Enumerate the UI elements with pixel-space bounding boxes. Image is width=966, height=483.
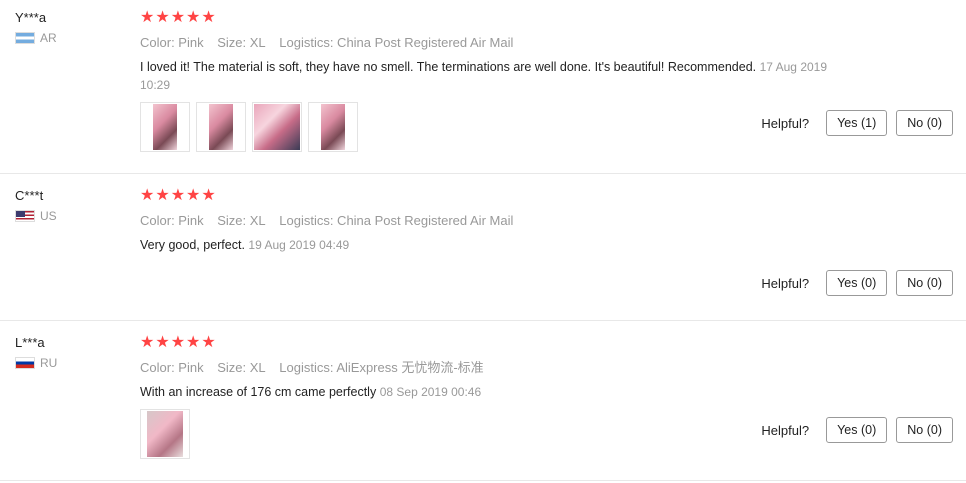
reviewer-info: L***a RU	[15, 335, 57, 370]
review-text-block: Very good, perfect. 19 Aug 2019 04:49	[140, 236, 855, 254]
star-icon: ★	[186, 9, 201, 26]
review-text: I loved it! The material is soft, they h…	[140, 60, 757, 74]
star-icon: ★	[186, 334, 201, 351]
review-item: Y***a AR ★ ★ ★ ★ ★ Color: Pink Size: XL …	[0, 10, 966, 170]
country-code: RU	[40, 356, 58, 370]
star-icon: ★	[140, 9, 155, 26]
attr-logistics: Logistics: China Post Registered Air Mai…	[279, 213, 514, 228]
attr-size: Size: XL	[217, 213, 266, 228]
review-date: 19 Aug 2019 04:49	[248, 238, 350, 252]
reviewer-name: C***t	[15, 188, 44, 203]
review-photo-thumbnail[interactable]	[140, 102, 190, 152]
attr-logistics: Logistics: China Post Registered Air Mai…	[279, 35, 514, 50]
review-photo-thumbnail[interactable]	[196, 102, 246, 152]
star-icon: ★	[170, 334, 186, 351]
attr-logistics: Logistics: AliExpress 无忧物流-标准	[279, 360, 484, 375]
review-divider	[0, 320, 966, 321]
review-photo-thumbnail[interactable]	[252, 102, 302, 152]
star-icon: ★	[201, 334, 216, 351]
country-code: AR	[40, 31, 57, 45]
helpful-controls: Helpful? Yes (0) No (0)	[761, 270, 953, 296]
review-content: ★ ★ ★ ★ ★ Color: Pink Size: XL Logistics…	[140, 188, 960, 254]
review-item: L***a RU ★ ★ ★ ★ ★ Color: Pink Size: XL …	[0, 335, 966, 475]
helpful-no-button[interactable]: No (0)	[896, 270, 953, 296]
helpful-no-button[interactable]: No (0)	[896, 110, 953, 136]
star-icon: ★	[201, 187, 216, 204]
reviewer-country: RU	[15, 356, 57, 370]
star-rating: ★ ★ ★ ★ ★	[140, 10, 960, 26]
star-rating: ★ ★ ★ ★ ★	[140, 188, 960, 204]
country-code: US	[40, 209, 57, 223]
star-icon: ★	[170, 9, 186, 26]
order-attributes: Color: Pink Size: XL Logistics: China Po…	[140, 35, 960, 51]
attr-color: Color: Pink	[140, 35, 204, 50]
helpful-label: Helpful?	[761, 422, 810, 438]
review-text: Very good, perfect.	[140, 238, 245, 252]
order-attributes: Color: Pink Size: XL Logistics: AliExpre…	[140, 360, 960, 376]
star-icon: ★	[201, 9, 216, 26]
reviewer-info: Y***a AR	[15, 10, 57, 45]
helpful-no-button[interactable]: No (0)	[896, 417, 953, 443]
attr-size: Size: XL	[217, 360, 266, 375]
attr-color: Color: Pink	[140, 213, 204, 228]
review-divider	[0, 480, 966, 481]
star-icon: ★	[186, 187, 201, 204]
reviewer-name: Y***a	[15, 10, 47, 25]
star-icon: ★	[140, 334, 155, 351]
helpful-yes-button[interactable]: Yes (0)	[826, 417, 888, 443]
reviewer-country: AR	[15, 31, 57, 45]
helpful-label: Helpful?	[761, 115, 810, 131]
review-text-block: With an increase of 176 cm came perfectl…	[140, 383, 855, 401]
attr-size: Size: XL	[217, 35, 266, 50]
star-icon: ★	[155, 334, 170, 351]
order-attributes: Color: Pink Size: XL Logistics: China Po…	[140, 213, 960, 229]
reviewer-country: US	[15, 209, 57, 223]
star-rating: ★ ★ ★ ★ ★	[140, 335, 960, 351]
attr-color: Color: Pink	[140, 360, 204, 375]
us-flag-icon	[15, 210, 35, 222]
review-date: 08 Sep 2019 00:46	[379, 385, 482, 399]
helpful-controls: Helpful? Yes (0) No (0)	[761, 417, 953, 443]
review-text-block: I loved it! The material is soft, they h…	[140, 58, 855, 94]
review-text: With an increase of 176 cm came perfectl…	[140, 385, 377, 399]
review-item: C***t US ★ ★ ★ ★ ★ Color: Pink Size: XL …	[0, 188, 966, 308]
russia-flag-icon	[15, 357, 35, 369]
helpful-controls: Helpful? Yes (1) No (0)	[761, 110, 953, 136]
review-photo-thumbnail[interactable]	[308, 102, 358, 152]
star-icon: ★	[140, 187, 155, 204]
star-icon: ★	[155, 9, 170, 26]
star-icon: ★	[170, 187, 186, 204]
helpful-yes-button[interactable]: Yes (1)	[826, 110, 888, 136]
helpful-label: Helpful?	[761, 275, 810, 291]
star-icon: ★	[155, 187, 170, 204]
reviewer-info: C***t US	[15, 188, 57, 223]
reviewer-name: L***a	[15, 335, 45, 350]
argentina-flag-icon	[15, 32, 35, 44]
review-photo-thumbnail[interactable]	[140, 409, 190, 459]
review-divider	[0, 173, 966, 174]
helpful-yes-button[interactable]: Yes (0)	[826, 270, 888, 296]
